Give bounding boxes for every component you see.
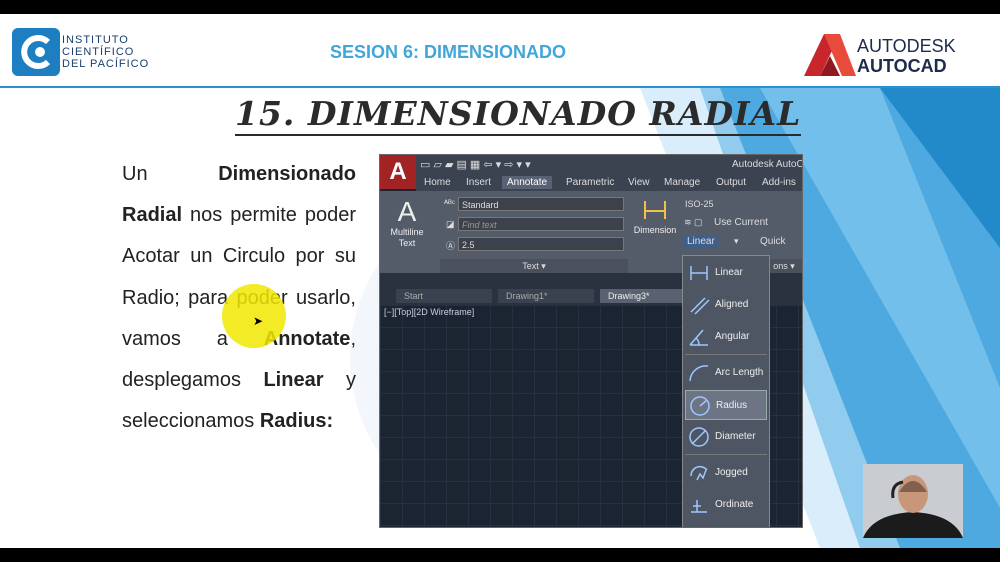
tab-view[interactable]: View bbox=[628, 177, 650, 188]
paragraph-bold-run: Linear bbox=[263, 369, 324, 392]
menu-divider bbox=[685, 354, 767, 355]
slide-header: INSTITUTO CIENTÍFICO DEL PACÍFICO SESION… bbox=[0, 14, 1000, 86]
text-style-select[interactable]: Standard bbox=[458, 197, 624, 211]
menu-item-jogged[interactable]: Jogged bbox=[685, 458, 767, 488]
text-height-select[interactable]: 2.5 bbox=[458, 237, 624, 251]
use-current-select[interactable]: Use Current bbox=[714, 217, 768, 228]
ribbon-tabs: Home Insert Annotate Parametric View Man… bbox=[416, 175, 802, 191]
quick-access-toolbar[interactable]: ▭ ▱ ▰ ▤ ▦ ⇦ ▾ ⇨ ▾ ▾ bbox=[420, 158, 531, 171]
menu-item-label: Arc Length bbox=[715, 367, 764, 378]
multiline-text-button[interactable]: A Multiline Text bbox=[386, 197, 428, 249]
header-divider bbox=[0, 86, 1000, 88]
institute-name-line: DEL PACÍFICO bbox=[62, 58, 150, 70]
presenter-avatar bbox=[863, 464, 963, 538]
linear-dropdown-button[interactable]: Linear bbox=[684, 236, 718, 247]
viewport-controls[interactable]: [−][Top][2D Wireframe] bbox=[384, 307, 474, 317]
dimension-label: Dimension bbox=[633, 225, 677, 235]
autocad-logo-icon bbox=[804, 34, 856, 76]
dimensions-panel-label[interactable]: ons ▾ bbox=[766, 259, 802, 273]
paragraph-bold-run: Radius: bbox=[259, 410, 334, 433]
layer-icon: ≋ ▢ bbox=[684, 217, 703, 227]
angular-dim-icon bbox=[689, 329, 708, 346]
multiline-label-2: Text bbox=[398, 238, 416, 248]
text-height-icon: Ⓐ bbox=[446, 241, 456, 251]
quick-dimension-button[interactable]: Quick bbox=[760, 236, 786, 247]
institute-logo-icon bbox=[12, 28, 60, 76]
paragraph-run: Un bbox=[122, 163, 219, 185]
tab-home[interactable]: Home bbox=[424, 177, 451, 188]
autocad-brand: AUTODESK AUTOCAD bbox=[857, 36, 956, 76]
doc-tab-drawing1[interactable]: Drawing1* bbox=[498, 289, 594, 303]
jogged-icon bbox=[690, 465, 708, 481]
dim-style-select[interactable]: ISO-25 bbox=[682, 197, 800, 211]
find-text-input[interactable]: Find text bbox=[458, 217, 624, 231]
tab-output[interactable]: Output bbox=[716, 177, 746, 188]
tab-manage[interactable]: Manage bbox=[664, 177, 700, 188]
webcam-overlay bbox=[863, 464, 963, 538]
tab-annotate[interactable]: Annotate bbox=[502, 176, 553, 189]
presentation-slide: INSTITUTO CIENTÍFICO DEL PACÍFICO SESION… bbox=[0, 14, 1000, 548]
menu-item-diameter[interactable]: Diameter bbox=[685, 422, 767, 452]
menu-item-ordinate[interactable]: Ordinate bbox=[685, 490, 767, 520]
menu-item-label: Ordinate bbox=[715, 499, 754, 510]
multiline-label: Multiline bbox=[390, 227, 424, 237]
linear-dropdown-menu: Linear Aligned Angular Arc Length Radius bbox=[682, 255, 770, 527]
dimension-icon bbox=[644, 201, 666, 219]
menu-item-aligned[interactable]: Aligned bbox=[685, 290, 767, 320]
linear-dim-icon bbox=[690, 266, 708, 280]
menu-item-angular[interactable]: Angular bbox=[685, 322, 767, 352]
slide-title: 15. DIMENSIONADO RADIAL bbox=[235, 94, 802, 136]
doc-tab-start[interactable]: Start bbox=[396, 289, 492, 303]
institute-name-line: INSTITUTO bbox=[62, 34, 129, 46]
brand-line-autocad: AUTOCAD bbox=[857, 56, 947, 76]
radius-icon bbox=[690, 396, 710, 416]
menu-item-radius[interactable]: Radius bbox=[685, 390, 767, 420]
dimension-button[interactable]: Dimension bbox=[630, 197, 680, 235]
menu-item-label: Angular bbox=[715, 331, 750, 342]
institute-name-line: CIENTÍFICO bbox=[62, 46, 135, 58]
arc-length-icon bbox=[689, 365, 709, 382]
autocad-app-button[interactable]: A bbox=[380, 155, 416, 189]
top-letterbox bbox=[0, 0, 1000, 14]
menu-item-label: Linear bbox=[715, 267, 743, 278]
menu-item-label: Jogged bbox=[715, 467, 748, 478]
text-style-icon: ᴬᴮᶜ bbox=[444, 198, 455, 208]
menu-item-label: Aligned bbox=[715, 299, 749, 310]
find-text-icon: ◪ bbox=[446, 219, 455, 229]
tab-insert[interactable]: Insert bbox=[466, 177, 491, 188]
aligned-dim-icon bbox=[690, 297, 710, 315]
tab-addins[interactable]: Add-ins bbox=[762, 177, 796, 188]
tab-parametric[interactable]: Parametric bbox=[566, 177, 614, 188]
menu-divider bbox=[685, 454, 767, 455]
bottom-letterbox bbox=[0, 548, 1000, 562]
menu-item-label: Diameter bbox=[715, 431, 756, 442]
diameter-icon bbox=[689, 427, 709, 447]
brand-line-autodesk: AUTODESK bbox=[857, 36, 956, 56]
autocad-screenshot: A ▭ ▱ ▰ ▤ ▦ ⇦ ▾ ⇨ ▾ ▾ Autodesk AutoC Hom… bbox=[379, 154, 803, 528]
chevron-down-icon[interactable]: ▾ bbox=[734, 236, 739, 247]
text-a-icon: A bbox=[397, 196, 417, 227]
mouse-pointer-icon: ➤ bbox=[253, 314, 264, 328]
session-title: SESION 6: DIMENSIONADO bbox=[330, 42, 567, 62]
text-panel-label[interactable]: Text ▾ bbox=[440, 259, 628, 273]
ordinate-icon bbox=[691, 500, 707, 513]
institute-name: INSTITUTO CIENTÍFICO DEL PACÍFICO bbox=[62, 34, 149, 70]
menu-item-label: Radius bbox=[716, 400, 748, 411]
menu-item-arc-length[interactable]: Arc Length bbox=[685, 358, 767, 388]
menu-item-linear[interactable]: Linear bbox=[685, 258, 767, 288]
autocad-window-title: Autodesk AutoC bbox=[732, 159, 803, 170]
